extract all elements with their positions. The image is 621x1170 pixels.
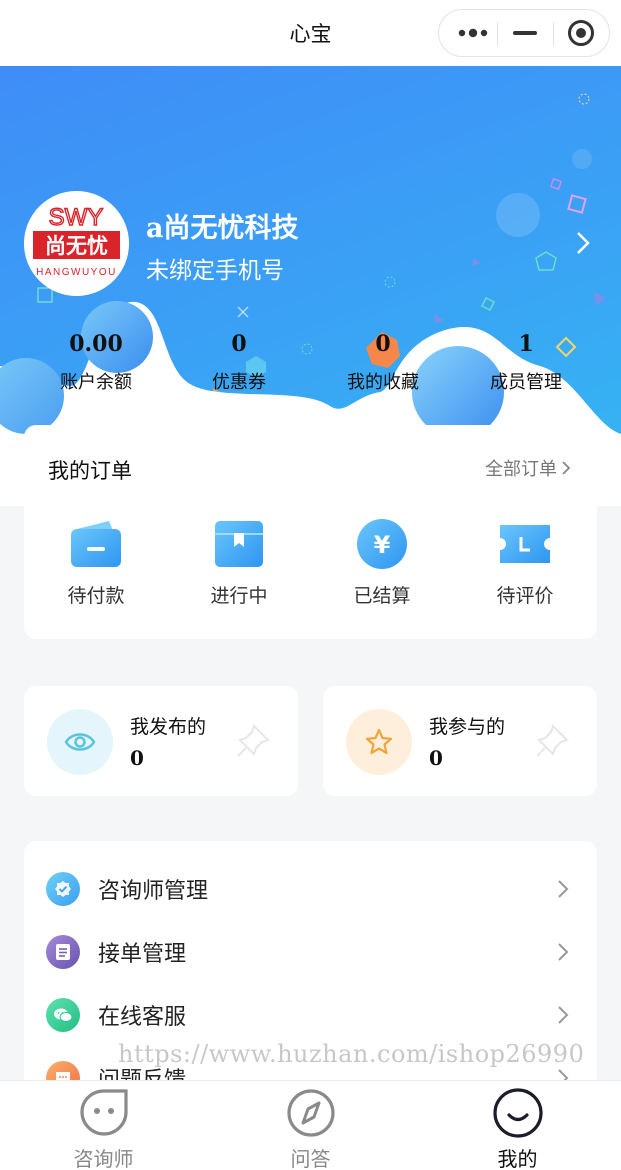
stat-label: 优惠券 bbox=[212, 372, 266, 393]
document-icon bbox=[46, 935, 80, 969]
pin-icon bbox=[536, 724, 569, 757]
svg-text:HANGWUYOU: HANGWUYOU bbox=[36, 267, 117, 278]
minus-icon bbox=[513, 31, 537, 35]
smile-icon bbox=[492, 1088, 543, 1138]
eye-circle bbox=[47, 709, 113, 775]
menu-item-consultant-manage[interactable]: 咨询师管理 bbox=[24, 859, 597, 919]
all-orders-label: 全部订单 bbox=[485, 459, 557, 480]
menu-item-online-service[interactable]: 在线客服 bbox=[24, 985, 597, 1045]
order-label: 进行中 bbox=[210, 585, 268, 607]
tab-qa[interactable]: 问答 bbox=[207, 1081, 414, 1170]
stat-favorites[interactable]: 0 我的收藏 bbox=[318, 330, 448, 394]
wechat-icon bbox=[46, 998, 80, 1032]
stat-value: 0 bbox=[231, 331, 247, 357]
tab-mine[interactable]: 我的 bbox=[414, 1081, 621, 1170]
mini-label: 我发布的 bbox=[130, 716, 207, 738]
stat-value: 0 bbox=[375, 331, 391, 357]
mini-label: 我参与的 bbox=[429, 716, 506, 738]
chevron-right-icon bbox=[558, 880, 569, 898]
chevron-right-icon bbox=[562, 461, 571, 475]
box-icon bbox=[215, 521, 263, 567]
yen-icon: ¥ bbox=[357, 519, 407, 569]
more-dots-icon bbox=[458, 28, 488, 38]
menu-label: 咨询师管理 bbox=[98, 879, 209, 904]
tab-label: 我的 bbox=[497, 1147, 538, 1170]
star-icon bbox=[365, 728, 393, 755]
stat-members[interactable]: 1 成员管理 bbox=[461, 330, 591, 394]
stat-value: 0.00 bbox=[69, 331, 123, 357]
mini-count: 0 bbox=[130, 746, 144, 770]
mini-count: 0 bbox=[429, 746, 443, 770]
phone-status[interactable]: 未绑定手机号 bbox=[146, 251, 284, 285]
menu-item-order-manage[interactable]: 接单管理 bbox=[24, 922, 597, 982]
orders-card: 我的订单 全部订单 待付款 进行中 ¥ 已结算 待评价 bbox=[24, 425, 597, 639]
order-label: 待付款 bbox=[67, 585, 125, 607]
stat-label: 我的收藏 bbox=[347, 372, 419, 393]
menu-label: 接单管理 bbox=[98, 942, 187, 967]
user-name: a尚无忧科技 bbox=[146, 213, 299, 244]
compass-icon bbox=[286, 1089, 335, 1137]
stat-value: 1 bbox=[518, 331, 534, 357]
eye-icon bbox=[64, 733, 96, 751]
more-button[interactable] bbox=[445, 10, 501, 56]
chevron-right-icon bbox=[558, 943, 569, 961]
miniprogram-capsule bbox=[438, 9, 610, 57]
close-button[interactable] bbox=[553, 10, 609, 56]
minimize-button[interactable] bbox=[497, 10, 553, 56]
my-published-card[interactable]: 我发布的 0 bbox=[24, 686, 298, 796]
menu-label: 在线客服 bbox=[98, 1005, 187, 1030]
stat-label: 账户余额 bbox=[60, 372, 132, 393]
chevron-right-icon bbox=[577, 232, 590, 254]
my-joined-card[interactable]: 我参与的 0 bbox=[323, 686, 597, 796]
star-circle bbox=[346, 709, 412, 775]
ticket-icon bbox=[500, 525, 550, 563]
stat-label: 成员管理 bbox=[490, 372, 562, 393]
tab-bar: 咨询师 问答 我的 bbox=[0, 1080, 621, 1170]
svg-text:尚无忧: 尚无忧 bbox=[45, 234, 108, 258]
company-logo: SWY 尚无忧 HANGWUYOU bbox=[24, 191, 129, 296]
orders-title: 我的订单 bbox=[48, 459, 132, 483]
wallet-icon bbox=[71, 521, 121, 567]
svg-text:SWY: SWY bbox=[49, 204, 104, 231]
order-label: 待评价 bbox=[496, 585, 554, 607]
tab-label: 问答 bbox=[290, 1147, 331, 1170]
order-pending-payment[interactable]: 待付款 bbox=[36, 517, 156, 608]
chevron-right-icon bbox=[558, 1006, 569, 1024]
stat-balance[interactable]: 0.00 账户余额 bbox=[31, 330, 161, 394]
order-settled[interactable]: ¥ 已结算 bbox=[322, 517, 442, 608]
tab-consultant[interactable]: 咨询师 bbox=[0, 1081, 207, 1170]
svg-text:¥: ¥ bbox=[374, 531, 391, 559]
verified-icon bbox=[46, 872, 80, 906]
watermark-text: https://www.huzhan.com/ishop26990 bbox=[118, 1040, 585, 1068]
chat-face-icon bbox=[79, 1089, 128, 1136]
pin-icon bbox=[237, 724, 270, 757]
nav-bar: 心宝 bbox=[0, 0, 621, 66]
target-icon bbox=[568, 20, 594, 46]
order-in-progress[interactable]: 进行中 bbox=[179, 517, 299, 608]
order-to-review[interactable]: 待评价 bbox=[465, 517, 585, 608]
stat-coupons[interactable]: 0 优惠券 bbox=[174, 330, 304, 394]
avatar[interactable]: SWY 尚无忧 HANGWUYOU bbox=[24, 191, 129, 296]
profile-detail-button[interactable] bbox=[574, 230, 592, 260]
all-orders-link[interactable]: 全部订单 bbox=[485, 455, 571, 481]
order-label: 已结算 bbox=[353, 585, 411, 607]
tab-label: 咨询师 bbox=[73, 1147, 134, 1170]
